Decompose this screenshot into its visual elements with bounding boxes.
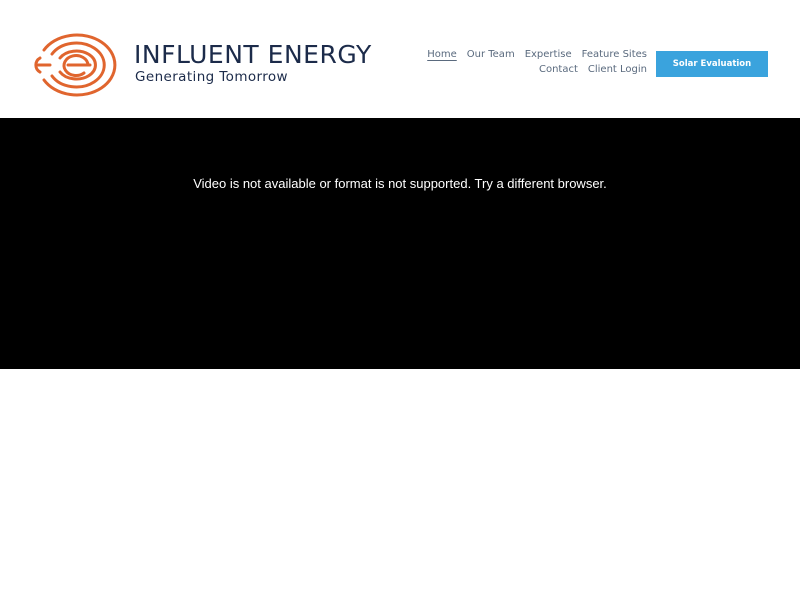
nav-row-secondary: Contact Client Login bbox=[407, 64, 647, 79]
nav-link-our-team[interactable]: Our Team bbox=[467, 49, 515, 64]
nav-link-feature-sites[interactable]: Feature Sites bbox=[582, 49, 647, 64]
video-player[interactable]: Video is not available or format is not … bbox=[0, 118, 800, 369]
nav-link-home[interactable]: Home bbox=[427, 49, 457, 64]
brand-name: INFLUENT ENERGY bbox=[134, 40, 372, 69]
main-navigation: Home Our Team Expertise Feature Sites Co… bbox=[407, 49, 647, 79]
logo-home-link[interactable]: INFLUENT ENERGY Generating Tomorrow bbox=[34, 32, 414, 98]
nav-link-expertise[interactable]: Expertise bbox=[525, 49, 572, 64]
nav-link-client-login[interactable]: Client Login bbox=[588, 64, 647, 79]
site-header: INFLUENT ENERGY Generating Tomorrow Home… bbox=[0, 0, 800, 118]
nav-link-contact[interactable]: Contact bbox=[539, 64, 578, 79]
influent-energy-logo-icon bbox=[34, 33, 117, 97]
nav-row-primary: Home Our Team Expertise Feature Sites bbox=[407, 49, 647, 64]
brand-tagline: Generating Tomorrow bbox=[135, 69, 289, 85]
video-unsupported-message: Video is not available or format is not … bbox=[193, 176, 607, 191]
solar-evaluation-button[interactable]: Solar Evaluation bbox=[656, 51, 768, 77]
page-content-area bbox=[0, 369, 800, 600]
